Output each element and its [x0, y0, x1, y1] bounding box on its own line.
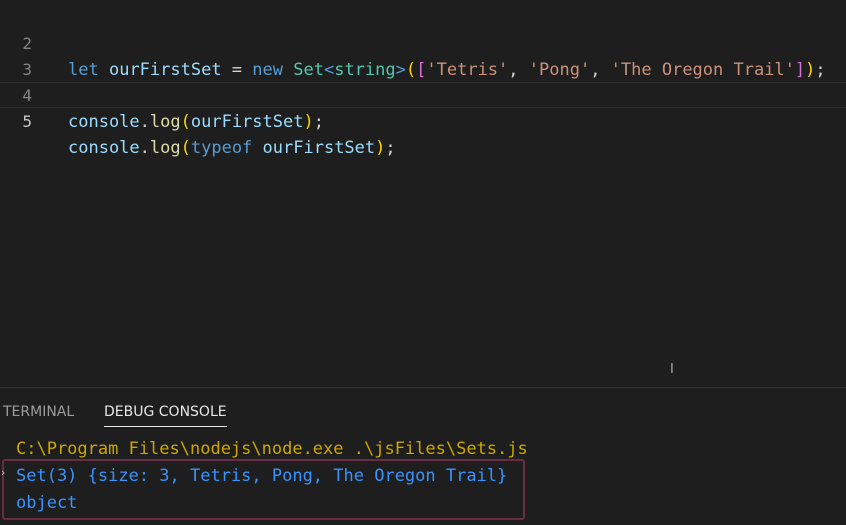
code-token: log [149, 112, 181, 132]
code-line-5-current[interactable]: 5 console.log(typeof ourFirstSet); [0, 82, 846, 158]
code-token: ( [180, 138, 191, 158]
code-token: ; [313, 112, 324, 132]
code-token: . [139, 138, 150, 158]
code-text: console.log(typeof ourFirstSet); [68, 135, 396, 161]
code-token: ) [375, 138, 386, 158]
code-token: ourFirstSet [190, 112, 304, 132]
code-token: typeof [190, 138, 253, 158]
tab-debug-console[interactable]: DEBUG CONSOLE [104, 404, 227, 427]
code-line-3[interactable]: 3 [0, 31, 846, 79]
console-set-output[interactable]: Set(3) {size: 3, Tetris, Pong, The Orego… [16, 463, 507, 489]
code-line-2[interactable]: 2 let ourFirstSet = new Set<string>(['Te… [0, 5, 846, 80]
text-ibeam-icon: I [670, 362, 674, 377]
code-token: log [149, 138, 181, 158]
bottom-panel: TERMINAL DEBUG CONSOLE C:\Program Files\… [0, 387, 846, 525]
code-text: console.log(ourFirstSet); [68, 109, 324, 135]
console-type-output: object [16, 493, 78, 513]
line-number: 5 [22, 112, 32, 131]
code-token: console [68, 112, 140, 132]
code-token: ; [385, 138, 396, 158]
code-token: ) [303, 112, 314, 132]
code-token: ( [180, 112, 191, 132]
expand-chevron-icon[interactable]: › [1, 466, 5, 479]
code-token: ourFirstSet [262, 138, 376, 158]
code-editor[interactable]: 2 let ourFirstSet = new Set<string>(['Te… [0, 0, 846, 387]
tab-terminal[interactable]: TERMINAL [3, 404, 74, 420]
code-token: console [68, 138, 140, 158]
code-token: . [139, 112, 150, 132]
code-line-4[interactable]: 4 console.log(ourFirstSet); [0, 57, 846, 132]
